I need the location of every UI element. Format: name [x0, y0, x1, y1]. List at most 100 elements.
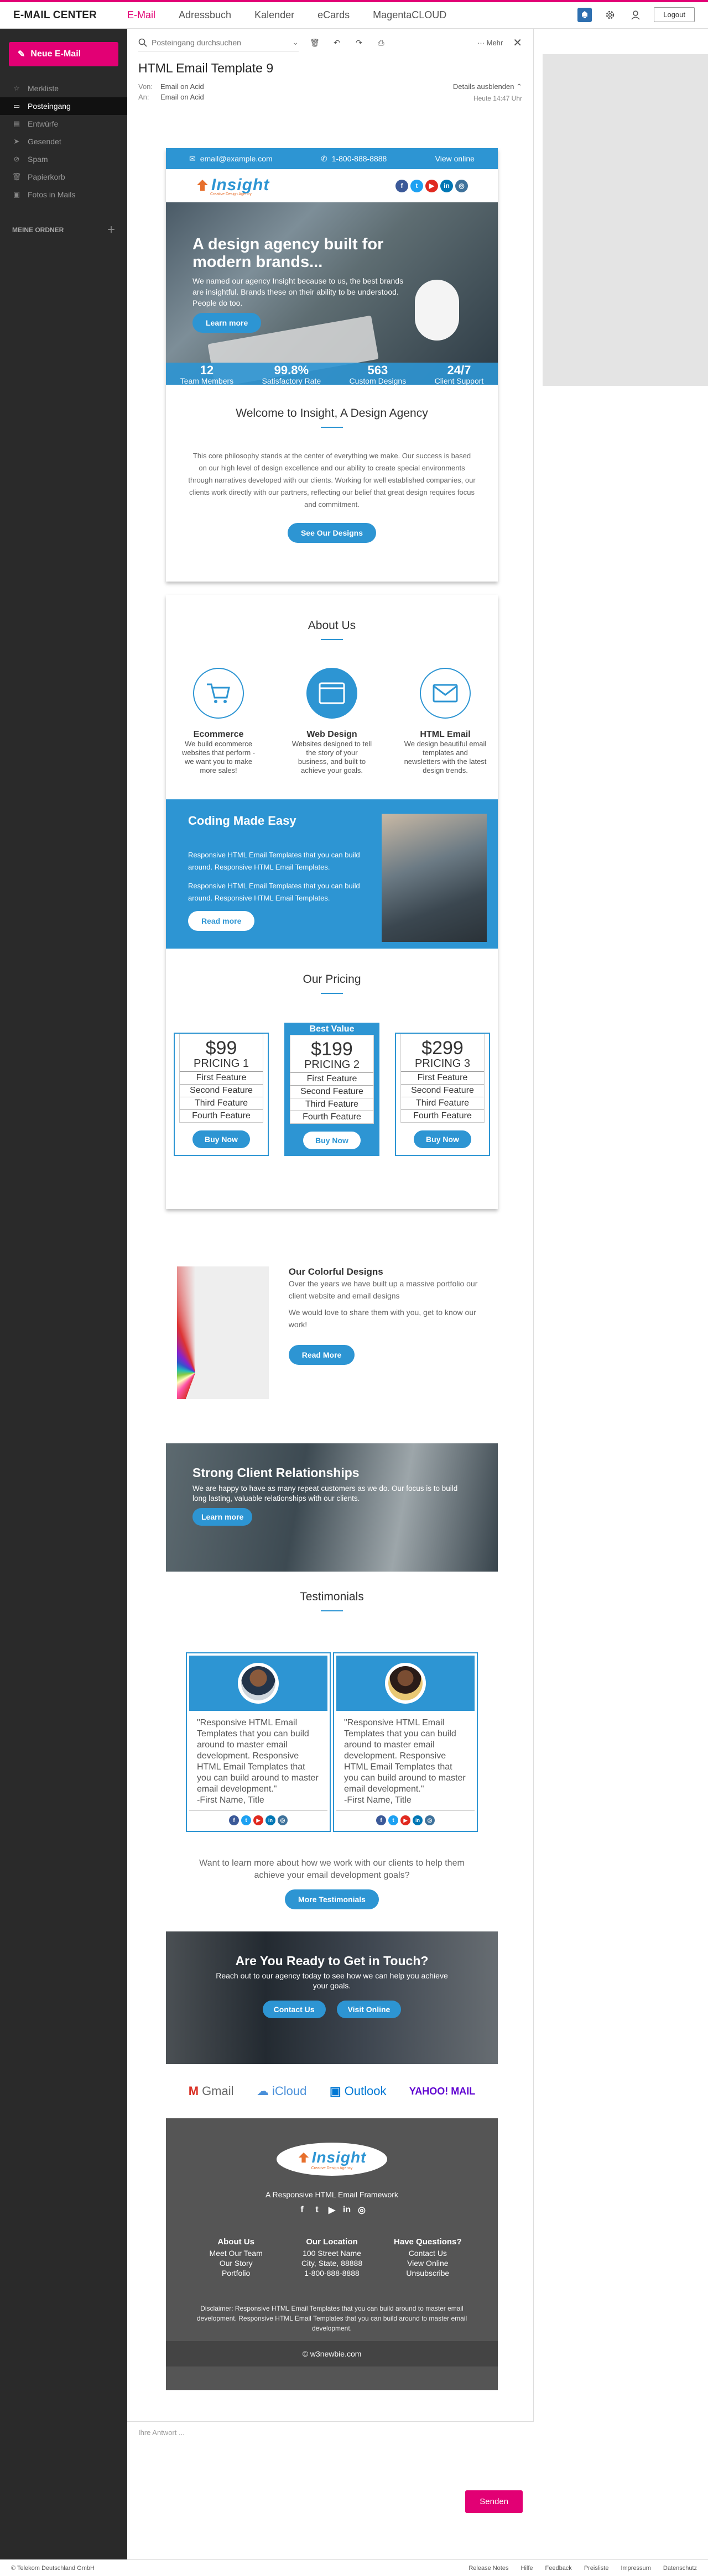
nav-ecards[interactable]: eCards — [317, 9, 350, 21]
gear-icon[interactable] — [603, 8, 617, 22]
hero-learn-more-button[interactable]: Learn more — [192, 313, 262, 333]
instagram-icon[interactable]: ◎ — [356, 2203, 368, 2216]
buy-now-button[interactable]: Buy Now — [414, 1130, 471, 1148]
envelope-icon: ✉ — [189, 154, 196, 163]
linkedin-icon[interactable]: in — [413, 1815, 423, 1825]
reply-input[interactable]: Ihre Antwort ... — [127, 2421, 534, 2443]
sidebar-item-merkliste[interactable]: ☆ Merkliste — [0, 80, 127, 97]
from-value[interactable]: Email on Acid — [160, 82, 204, 91]
linkedin-icon[interactable]: in — [341, 2203, 353, 2216]
more-menu[interactable]: ··· Mehr — [477, 39, 503, 47]
imprint-link[interactable]: Impressum — [621, 2565, 650, 2572]
youtube-icon[interactable]: ▶ — [400, 1815, 410, 1825]
coding-team-photo — [382, 814, 487, 942]
touch-title: Are You Ready to Get in Touch? — [235, 1954, 429, 1968]
facebook-icon[interactable]: f — [376, 1815, 386, 1825]
logout-button[interactable]: Logout — [654, 7, 695, 22]
more-testimonials-button[interactable]: More Testimonials — [285, 1889, 379, 1909]
notification-icon[interactable] — [577, 7, 592, 22]
privacy-link[interactable]: Datenschutz — [663, 2565, 697, 2572]
release-notes-link[interactable]: Release Notes — [468, 2565, 508, 2572]
twitter-icon[interactable]: t — [241, 1815, 251, 1825]
avatar — [385, 1663, 426, 1704]
youtube-icon[interactable]: ▶ — [425, 179, 438, 192]
to-label: An: — [138, 93, 149, 101]
facebook-icon[interactable]: f — [229, 1815, 239, 1825]
user-icon[interactable] — [628, 8, 643, 22]
footer-link[interactable]: Unsubscribe — [381, 2268, 475, 2278]
footer-logo[interactable]: Insight Creative Design Agency — [277, 2143, 387, 2176]
from-label: Von: — [138, 82, 153, 91]
details-toggle[interactable]: Details ausblenden ⌃ — [453, 82, 522, 91]
insight-logo[interactable]: Insight Creative Design Agency — [196, 176, 269, 196]
sidebar-item-gesendet[interactable]: ➤ Gesendet — [0, 133, 127, 150]
to-value[interactable]: Email on Acid — [160, 93, 204, 101]
add-folder-icon[interactable]: + — [107, 222, 115, 238]
footer-link[interactable]: Meet Our Team — [189, 2248, 283, 2258]
testimonial-quote: "Responsive HTML Email Templates that yo… — [197, 1718, 319, 1794]
feedback-link[interactable]: Feedback — [545, 2565, 572, 2572]
sidebar-item-posteingang[interactable]: ▭ Posteingang — [0, 97, 127, 115]
gmail-logo: M Gmail — [189, 2084, 234, 2098]
colorful-text-2: We would love to share them with you, ge… — [288, 1308, 476, 1329]
nav-magentacloud[interactable]: MagentaCLOUD — [373, 9, 446, 21]
facebook-icon[interactable]: f — [395, 179, 408, 192]
plan-feature: First Feature — [180, 1072, 263, 1085]
header-email[interactable]: ✉ email@example.com — [189, 154, 273, 164]
draft-icon: ▤ — [13, 119, 20, 128]
instagram-icon[interactable]: ◎ — [278, 1815, 288, 1825]
send-button[interactable]: Senden — [465, 2490, 523, 2513]
hero-text: We named our agency Insight because to u… — [192, 276, 404, 307]
sidebar-item-papierkorb[interactable]: 🗑 Papierkorb — [0, 168, 127, 186]
buy-now-button[interactable]: Buy Now — [303, 1132, 361, 1149]
footer-link[interactable]: Portfolio — [189, 2268, 283, 2278]
close-icon[interactable]: ✕ — [513, 36, 522, 50]
testimonial-cards: "Responsive HTML Email Templates that yo… — [186, 1652, 478, 1832]
instagram-icon[interactable]: ◎ — [455, 179, 468, 192]
nav-addressbook[interactable]: Adressbuch — [179, 9, 231, 21]
nav-calendar[interactable]: Kalender — [254, 9, 294, 21]
nav-email[interactable]: E-Mail — [127, 9, 155, 21]
linkedin-icon[interactable]: in — [266, 1815, 275, 1825]
visit-online-button[interactable]: Visit Online — [336, 2001, 402, 2018]
sidebar-item-spam[interactable]: ⊘ Spam — [0, 150, 127, 168]
search-input[interactable]: Posteingang durchsuchen ⌄ — [138, 34, 299, 51]
twitter-icon[interactable]: t — [388, 1815, 398, 1825]
buy-now-button[interactable]: Buy Now — [192, 1130, 250, 1148]
facebook-icon[interactable]: f — [296, 2203, 309, 2216]
footer-link[interactable]: Our Story — [189, 2258, 283, 2268]
search-placeholder: Posteingang durchsuchen — [152, 38, 241, 47]
chevron-up-icon: ⌃ — [516, 82, 522, 91]
twitter-icon[interactable]: t — [410, 179, 423, 192]
coding-read-more-button[interactable]: Read more — [188, 911, 255, 931]
cart-icon — [193, 668, 244, 719]
pricing-section: Our Pricing $99 PRICING 1 First Feature … — [166, 949, 498, 1209]
help-link[interactable]: Hilfe — [520, 2565, 533, 2572]
chevron-down-icon[interactable]: ⌄ — [292, 38, 299, 47]
reply-icon[interactable]: ↶ — [331, 36, 343, 49]
stat-number: 12 — [200, 363, 214, 377]
footer-link[interactable]: Contact Us — [381, 2248, 475, 2258]
forward-icon[interactable]: ↷ — [353, 36, 365, 49]
delete-icon[interactable]: 🗑 — [309, 36, 321, 49]
pricelist-link[interactable]: Preisliste — [584, 2565, 609, 2572]
coding-text-1: Responsive HTML Email Templates that you… — [188, 851, 360, 871]
about-section: About Us Ecommerce We build ecommerce we… — [166, 595, 498, 1209]
youtube-icon[interactable]: ▶ — [253, 1815, 263, 1825]
twitter-icon[interactable]: t — [311, 2203, 324, 2216]
new-mail-button[interactable]: ✎ Neue E-Mail — [9, 42, 118, 66]
sidebar-item-entwuerfe[interactable]: ▤ Entwürfe — [0, 115, 127, 133]
colorful-read-more-button[interactable]: Read More — [288, 1345, 355, 1365]
header-phone-text: 1-800-888-8888 — [331, 154, 387, 163]
youtube-icon[interactable]: ▶ — [326, 2203, 339, 2216]
instagram-icon[interactable]: ◎ — [425, 1815, 435, 1825]
footer-link[interactable]: View Online — [381, 2258, 475, 2268]
my-folders-header: MEINE ORDNER + — [0, 218, 127, 242]
view-online-link[interactable]: View online — [435, 154, 475, 163]
contact-us-button[interactable]: Contact Us — [262, 2001, 326, 2018]
print-icon[interactable]: ⎙ — [375, 36, 387, 49]
strong-learn-more-button[interactable]: Learn more — [192, 1508, 253, 1526]
see-designs-button[interactable]: See Our Designs — [287, 523, 377, 543]
linkedin-icon[interactable]: in — [440, 179, 453, 192]
sidebar-item-fotos[interactable]: ▣ Fotos in Mails — [0, 186, 127, 203]
